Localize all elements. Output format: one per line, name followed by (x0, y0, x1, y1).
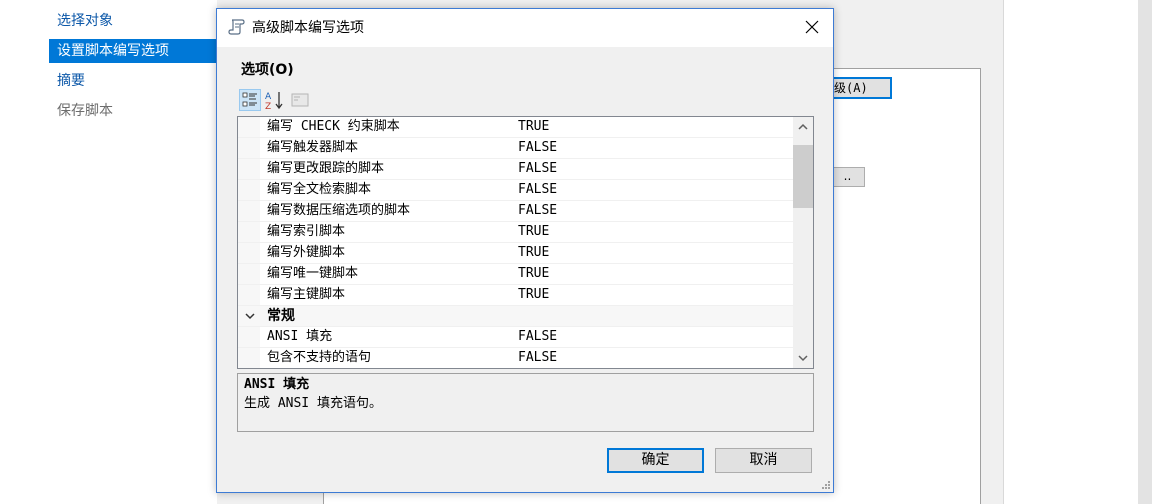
property-name: 编写索引脚本 (267, 224, 346, 239)
grid-row[interactable]: 编写更改跟踪的脚本 FALSE (238, 159, 793, 180)
property-name: ANSI 填充 (267, 329, 333, 344)
nav-item-scripting-options[interactable]: 设置脚本编写选项 (49, 39, 217, 63)
grid-row-margin (238, 117, 260, 137)
grid-row-margin (238, 285, 260, 305)
background-browse-button[interactable]: .. (830, 167, 865, 187)
options-label: 选项(O) (241, 62, 294, 78)
dialog-title: 高级脚本编写选项 (252, 20, 364, 36)
resize-grip-icon[interactable] (821, 480, 831, 490)
category-row-general[interactable]: 常规 (238, 306, 793, 327)
property-value[interactable]: TRUE (518, 243, 549, 263)
grid-row-margin (238, 201, 260, 221)
property-name: 编写全文检索脚本 (267, 182, 372, 197)
nav-item-summary[interactable]: 摘要 (49, 69, 217, 93)
grid-row-margin (238, 138, 260, 158)
nav-item-select-objects[interactable]: 选择对象 (49, 9, 217, 33)
property-grid: 编写 CHECK 约束脚本 TRUE 编写触发器脚本 FALSE 编写更改跟踪的… (237, 116, 814, 369)
description-title: ANSI 填充 (244, 377, 310, 392)
property-value[interactable]: TRUE (518, 117, 549, 137)
svg-text:Z: Z (265, 102, 271, 111)
property-value[interactable]: FALSE (518, 348, 557, 368)
grid-row[interactable]: 编写触发器脚本 FALSE (238, 138, 793, 159)
property-name: 编写唯一键脚本 (267, 266, 359, 281)
property-pages-icon (291, 93, 309, 107)
property-value[interactable]: FALSE (518, 201, 557, 221)
script-icon (228, 19, 245, 35)
close-icon[interactable] (791, 9, 833, 47)
sort-az-icon[interactable]: A Z (263, 89, 285, 111)
grid-row[interactable]: 编写全文检索脚本 FALSE (238, 180, 793, 201)
grid-row-margin (238, 180, 260, 200)
cancel-button[interactable]: 取消 (715, 448, 812, 473)
grid-row[interactable]: 编写数据压缩选项的脚本 FALSE (238, 201, 793, 222)
property-value[interactable]: TRUE (518, 222, 549, 242)
grid-row[interactable]: 编写外键脚本 TRUE (238, 243, 793, 264)
property-name: 编写 CHECK 约束脚本 (267, 119, 400, 134)
property-name: 编写主键脚本 (267, 287, 346, 302)
property-name: 编写外键脚本 (267, 245, 346, 260)
background-left-strip (0, 0, 49, 504)
scrollbar-thumb[interactable] (793, 145, 813, 208)
grid-row[interactable]: 编写索引脚本 TRUE (238, 222, 793, 243)
property-value[interactable]: FALSE (518, 327, 557, 347)
scroll-up-icon[interactable] (793, 117, 813, 137)
category-name: 常规 (267, 308, 295, 324)
property-value[interactable]: FALSE (518, 138, 557, 158)
property-grid-scrollbar[interactable] (793, 117, 813, 368)
property-name: 包含不支持的语句 (267, 350, 372, 365)
dialog-titlebar[interactable]: 高级脚本编写选项 (217, 9, 833, 47)
chevron-down-icon[interactable] (243, 309, 257, 323)
description-text: 生成 ANSI 填充语句。 (244, 396, 382, 411)
grid-row-margin (238, 348, 260, 368)
property-value[interactable]: FALSE (518, 180, 557, 200)
ok-button[interactable]: 确定 (607, 448, 704, 473)
scroll-down-icon[interactable] (793, 348, 813, 368)
property-name: 编写触发器脚本 (267, 140, 359, 155)
grid-row[interactable]: 编写 CHECK 约束脚本 TRUE (238, 117, 793, 138)
property-value[interactable]: TRUE (518, 264, 549, 284)
grid-row-margin (238, 264, 260, 284)
property-value[interactable]: FALSE (518, 159, 557, 179)
property-description-panel: ANSI 填充 生成 ANSI 填充语句。 (237, 373, 814, 432)
property-name: 编写数据压缩选项的脚本 (267, 203, 411, 218)
grid-row-margin (238, 159, 260, 179)
background-right-edge (1138, 0, 1152, 504)
grid-row[interactable]: 包含不支持的语句 FALSE (238, 348, 793, 368)
property-value[interactable]: TRUE (518, 285, 549, 305)
svg-text:A: A (265, 92, 272, 102)
grid-row[interactable]: 编写主键脚本 TRUE (238, 285, 793, 306)
categorized-icon[interactable] (239, 89, 261, 111)
wizard-nav: 选择对象 设置脚本编写选项 摘要 保存脚本 (49, 0, 217, 504)
grid-row-margin (238, 222, 260, 242)
grid-row-margin (238, 243, 260, 263)
grid-row-margin (238, 327, 260, 347)
grid-row[interactable]: ANSI 填充 FALSE (238, 327, 793, 348)
grid-row[interactable]: 编写唯一键脚本 TRUE (238, 264, 793, 285)
property-name: 编写更改跟踪的脚本 (267, 161, 385, 176)
advanced-scripting-options-dialog: 高级脚本编写选项 选项(O) A Z 编写 CHECK 约束脚本 TRUE 编写… (216, 8, 834, 493)
nav-item-save-script: 保存脚本 (57, 103, 113, 119)
